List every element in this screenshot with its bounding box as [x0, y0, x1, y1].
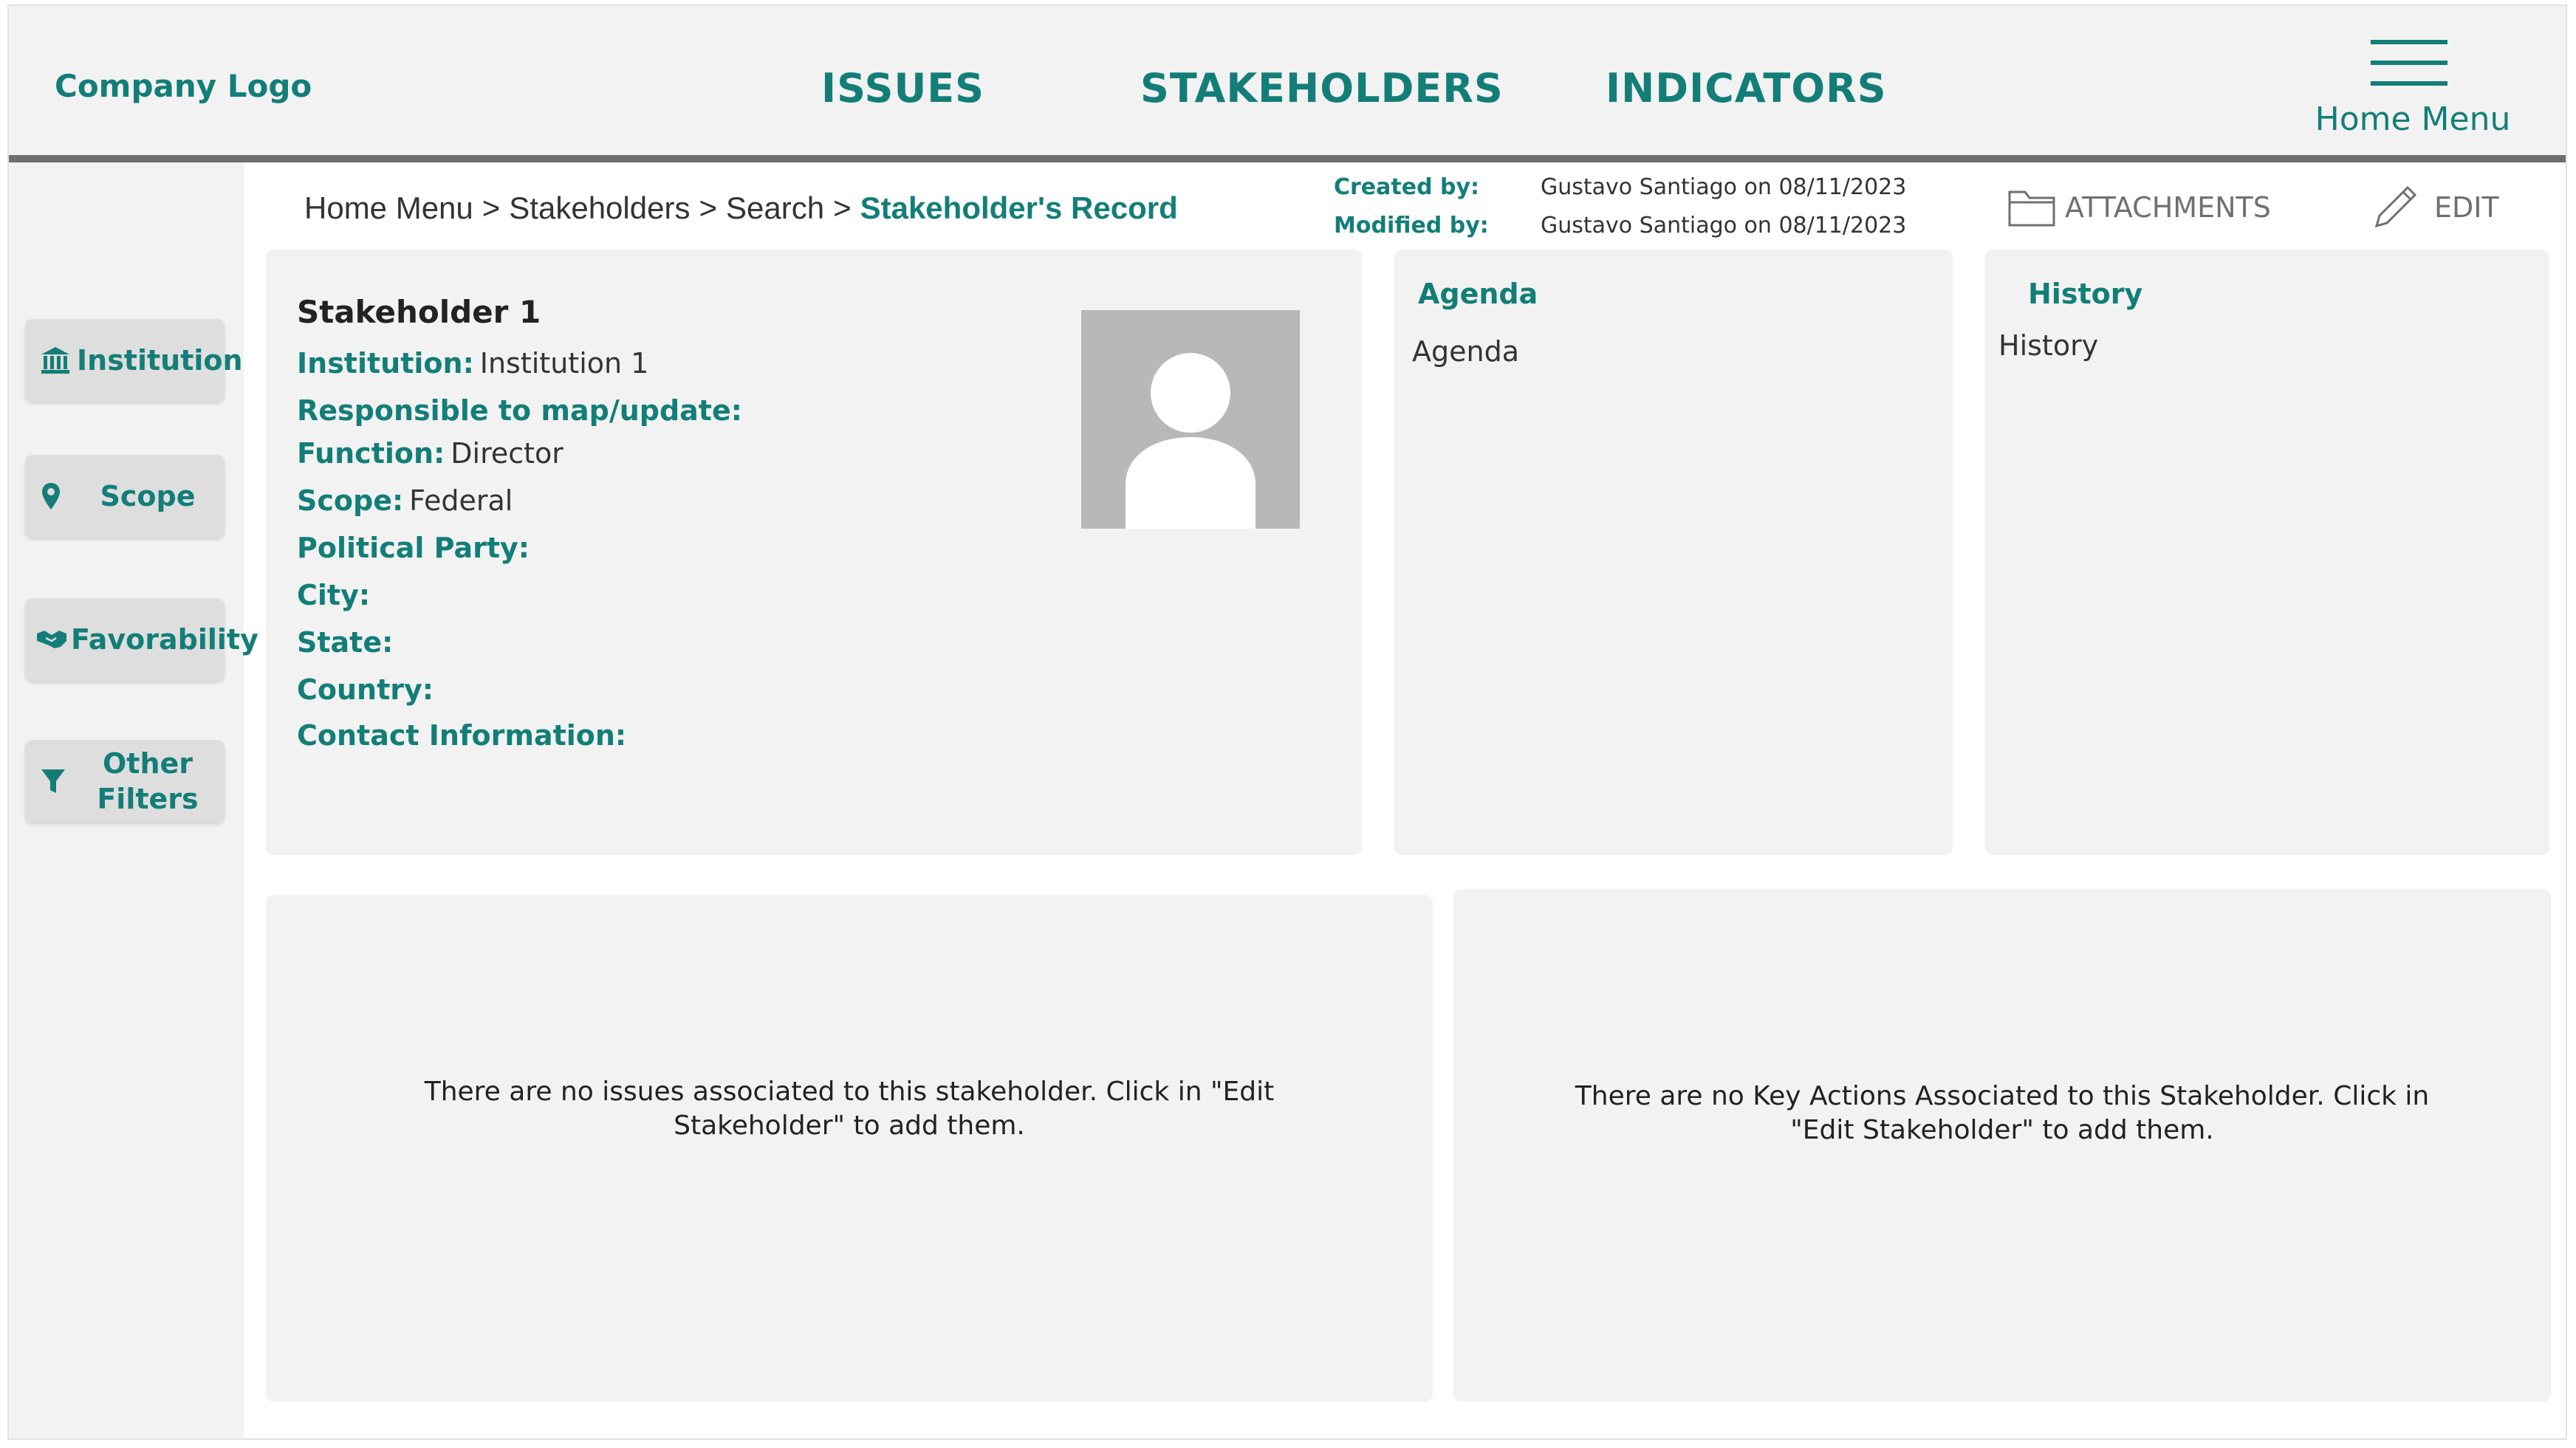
agenda-title: Agenda [1418, 278, 1538, 310]
stakeholder-detail-card: Stakeholder 1 Institution: Institution 1 … [266, 250, 1362, 855]
field-label: State: [297, 626, 394, 659]
created-by-value: Gustavo Santiago on 08/11/2023 [1541, 174, 1907, 200]
key-actions-empty-message: There are no Key Actions Associated to t… [1575, 1081, 2430, 1145]
location-pin-icon [40, 455, 62, 538]
handshake-icon [35, 598, 68, 681]
field-function: Function: Director [297, 437, 564, 470]
sidebar-item-label: Favorability [71, 623, 258, 656]
field-country: Country: [297, 673, 439, 706]
breadcrumb-separator: > [699, 191, 717, 225]
sidebar-item-label: Institution [77, 344, 243, 377]
created-by-label: Created by: [1334, 174, 1480, 200]
pencil-icon [2369, 182, 2421, 233]
field-label: City: [297, 579, 371, 611]
field-label: Political Party: [297, 532, 530, 564]
breadcrumb-separator: > [482, 191, 501, 225]
folder-icon [2007, 188, 2056, 227]
field-institution: Institution: Institution 1 [297, 347, 648, 380]
person-icon [1126, 353, 1256, 529]
modified-by-label: Modified by: [1334, 213, 1489, 239]
app-window: Company Logo ISSUES STAKEHOLDERS INDICAT… [7, 4, 2567, 1440]
key-actions-panel: There are no Key Actions Associated to t… [1453, 889, 2551, 1401]
header-divider [9, 155, 2566, 162]
attachments-label: ATTACHMENTS [2065, 191, 2271, 224]
field-value: Federal [409, 484, 513, 517]
field-label: Country: [297, 673, 434, 706]
avatar [1081, 310, 1300, 529]
institution-icon [40, 319, 71, 402]
issues-empty-message: There are no issues associated to this s… [424, 1077, 1275, 1141]
modified-by-value: Gustavo Santiago on 08/11/2023 [1541, 213, 1907, 239]
sidebar-item-scope[interactable]: Scope [25, 455, 225, 538]
field-responsible: Responsible to map/update: [297, 394, 748, 427]
hamburger-menu-icon [2371, 40, 2447, 86]
history-title: History [2028, 278, 2143, 310]
sidebar-item-label: Other Filters [97, 747, 199, 815]
issues-panel: There are no issues associated to this s… [266, 895, 1433, 1401]
breadcrumb-search[interactable]: Search [726, 191, 824, 225]
breadcrumb: Home Menu > Stakeholders > Search > Stakeholde… [304, 191, 1178, 226]
edit-label: EDIT [2434, 191, 2499, 224]
sidebar-item-favorability[interactable]: Favorability [25, 598, 258, 681]
field-label: Scope: [297, 484, 404, 517]
field-city: City: [297, 579, 376, 611]
filter-sidebar: Institution Scope Favorability Other Fil… [9, 162, 258, 1438]
stakeholder-name: Stakeholder 1 [297, 294, 541, 330]
history-card: History History [1985, 250, 2549, 855]
sidebar-item-label: Scope [100, 480, 196, 512]
nav-stakeholders[interactable]: STAKEHOLDERS [1140, 65, 1504, 111]
sidebar-item-institution[interactable]: Institution [25, 319, 243, 402]
field-state: State: [297, 626, 399, 659]
filter-icon [40, 740, 66, 823]
nav-issues[interactable]: ISSUES [821, 65, 984, 111]
company-logo[interactable]: Company Logo [55, 68, 312, 104]
sidebar-item-other-filters[interactable]: Other Filters [25, 740, 225, 823]
field-label: Contact Information: [297, 719, 627, 752]
home-menu-label: Home Menu [2315, 100, 2511, 138]
home-menu-button[interactable]: Home Menu [2313, 40, 2512, 143]
field-label: Institution: [297, 347, 474, 380]
field-label: Function: [297, 437, 445, 470]
nav-indicators[interactable]: INDICATORS [1606, 65, 1887, 111]
top-header: Company Logo ISSUES STAKEHOLDERS INDICAT… [9, 6, 2566, 157]
breadcrumb-separator: > [833, 191, 852, 225]
breadcrumb-home-menu[interactable]: Home Menu [304, 191, 473, 225]
field-contact-information: Contact Information: [297, 719, 632, 752]
agenda-card: Agenda Agenda [1394, 250, 1953, 855]
edit-button[interactable]: EDIT [2369, 182, 2499, 233]
breadcrumb-current: Stakeholder's Record [860, 191, 1178, 225]
field-value: Director [451, 437, 564, 470]
attachments-button[interactable]: ATTACHMENTS [2007, 182, 2271, 233]
field-scope: Scope: Federal [297, 484, 513, 517]
field-value: Institution 1 [479, 347, 649, 380]
agenda-text: Agenda [1412, 335, 1519, 368]
breadcrumb-stakeholders[interactable]: Stakeholders [509, 191, 690, 225]
history-text: History [1998, 329, 2099, 362]
field-label: Responsible to map/update: [297, 394, 742, 427]
field-political-party: Political Party: [297, 532, 535, 564]
